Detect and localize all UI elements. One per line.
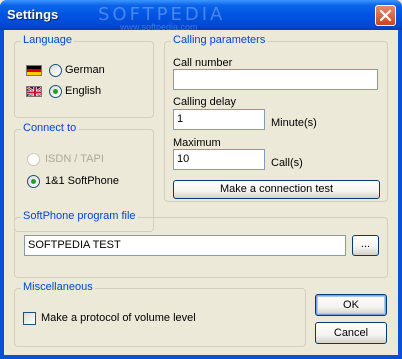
radio-isdn-tapi-label[interactable]: ISDN / TAPI	[45, 153, 104, 165]
radio-softphone[interactable]	[27, 175, 40, 188]
volume-protocol-label[interactable]: Make a protocol of volume level	[41, 312, 196, 324]
settings-window: Settings SOFTPEDIA www.softpedia.com Lan…	[0, 0, 402, 359]
calling-parameters-group: Calling parameters Call number Calling d…	[164, 34, 388, 202]
uk-flag-icon	[26, 86, 42, 97]
call-number-input[interactable]	[173, 69, 378, 90]
close-button[interactable]	[375, 5, 396, 26]
calling-delay-input[interactable]: 1	[173, 109, 265, 130]
cancel-button[interactable]: Cancel	[315, 322, 387, 344]
radio-isdn-tapi[interactable]	[27, 153, 40, 166]
maximum-input[interactable]: 10	[173, 149, 265, 170]
language-group-label: Language	[21, 34, 74, 46]
miscellaneous-group-label: Miscellaneous	[21, 281, 95, 293]
radio-selected-dot	[53, 89, 58, 94]
calling-delay-unit: Minute(s)	[271, 117, 317, 129]
maximum-unit: Call(s)	[271, 157, 303, 169]
radio-german-label[interactable]: German	[65, 64, 105, 76]
close-icon	[379, 9, 392, 22]
program-file-path-input[interactable]: SOFTPEDIA TEST	[24, 235, 346, 256]
dialog-body: Language German English Connect to ISDN …	[4, 30, 398, 355]
calling-delay-label: Calling delay	[173, 96, 236, 108]
miscellaneous-group: Miscellaneous Make a protocol of volume …	[14, 281, 306, 347]
language-group: Language German English	[14, 34, 154, 118]
title-bar[interactable]: Settings SOFTPEDIA www.softpedia.com	[0, 0, 402, 32]
radio-english-label[interactable]: English	[65, 85, 101, 97]
radio-softphone-label[interactable]: 1&1 SoftPhone	[45, 175, 119, 187]
softphone-file-group: SoftPhone program file SOFTPEDIA TEST ..…	[14, 210, 388, 278]
softphone-file-group-label: SoftPhone program file	[21, 210, 138, 222]
radio-selected-dot	[31, 179, 36, 184]
volume-protocol-checkbox[interactable]	[23, 312, 36, 325]
maximum-label: Maximum	[173, 137, 221, 149]
radio-english[interactable]	[49, 85, 62, 98]
browse-button[interactable]: ...	[352, 235, 379, 256]
german-flag-icon	[26, 65, 42, 76]
connection-test-button[interactable]: Make a connection test	[173, 180, 380, 199]
connect-to-group-label: Connect to	[21, 122, 79, 134]
call-number-label: Call number	[173, 57, 233, 69]
calling-parameters-group-label: Calling parameters	[171, 34, 268, 46]
radio-german[interactable]	[49, 64, 62, 77]
ok-button[interactable]: OK	[315, 294, 387, 316]
window-title: Settings	[7, 7, 59, 22]
